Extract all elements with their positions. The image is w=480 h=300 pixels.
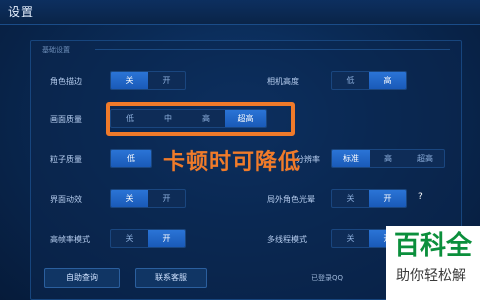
resolution-ultra-option[interactable]: 超高 xyxy=(406,150,444,167)
section-title: 基础设置 xyxy=(42,46,70,54)
window-title: 设置 xyxy=(8,5,35,19)
particle-quality-low-option[interactable]: 低 xyxy=(111,150,151,167)
camera-height-toggle: 低 高 xyxy=(331,71,407,90)
high-frame-rate-on-option[interactable]: 开 xyxy=(148,230,185,247)
outside-character-halo-off-option[interactable]: 关 xyxy=(332,190,369,207)
orange-highlight-box xyxy=(106,102,295,136)
particle-quality-label: 粒子质量 xyxy=(50,155,82,164)
high-frame-rate-off-option[interactable]: 关 xyxy=(111,230,148,247)
camera-height-high-option[interactable]: 高 xyxy=(369,72,406,89)
character-stroke-off-option[interactable]: 关 xyxy=(111,72,148,89)
character-stroke-on-option[interactable]: 开 xyxy=(148,72,185,89)
interface-effects-toggle: 关 开 xyxy=(110,189,186,208)
image-quality-label: 画面质量 xyxy=(50,115,82,124)
resolution-selector: 标准 高 超高 xyxy=(331,149,445,168)
character-stroke-label: 角色描边 xyxy=(50,77,82,86)
login-status: 已登录QQ xyxy=(311,274,344,282)
multithread-label: 多线程模式 xyxy=(267,235,307,244)
interface-effects-off-option[interactable]: 关 xyxy=(111,190,148,207)
contact-support-button[interactable]: 联系客服 xyxy=(135,268,207,288)
high-frame-rate-label: 高帧率模式 xyxy=(50,235,90,244)
high-frame-rate-toggle: 关 开 xyxy=(110,229,186,248)
resolution-high-option[interactable]: 高 xyxy=(370,150,406,167)
title-bar xyxy=(0,0,480,25)
outside-character-halo-label: 局外角色光晕 xyxy=(267,195,315,204)
interface-effects-on-option[interactable]: 开 xyxy=(148,190,185,207)
watermark-logo-top: 百科全 xyxy=(386,226,480,266)
resolution-standard-option[interactable]: 标准 xyxy=(332,150,370,167)
watermark-logo-bottom: 助你轻松解 xyxy=(386,264,480,300)
help-icon[interactable]: ? xyxy=(418,192,423,202)
annotation-text: 卡顿时可降低 xyxy=(163,150,302,175)
multithread-off-option[interactable]: 关 xyxy=(332,230,369,247)
section-divider xyxy=(95,49,450,50)
camera-height-label: 相机高度 xyxy=(267,77,299,86)
self-help-button[interactable]: 自助查询 xyxy=(44,268,120,288)
particle-quality-selector: 低 xyxy=(110,149,152,168)
outside-character-halo-toggle: 关 开 xyxy=(331,189,407,208)
interface-effects-label: 界面动效 xyxy=(50,195,82,204)
outside-character-halo-on-option[interactable]: 开 xyxy=(369,190,406,207)
camera-height-low-option[interactable]: 低 xyxy=(332,72,369,89)
character-stroke-toggle: 关 开 xyxy=(110,71,186,90)
